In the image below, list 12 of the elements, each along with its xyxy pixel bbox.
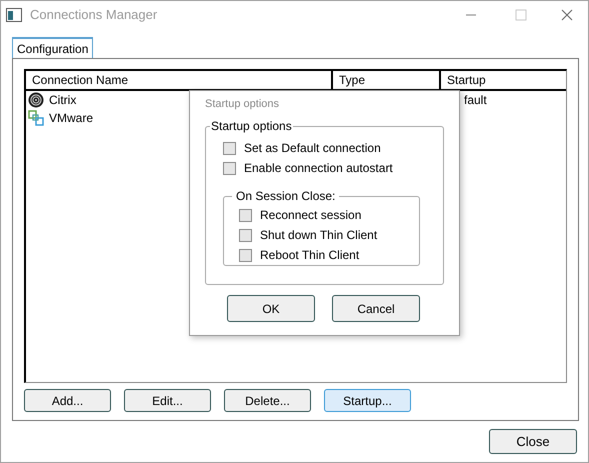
group-title: On Session Close: xyxy=(232,189,340,203)
group-title: Startup options xyxy=(210,119,293,133)
window-title: Connections Manager xyxy=(30,6,158,24)
checkbox-label: Reconnect session xyxy=(260,207,362,224)
connection-name: VMware xyxy=(49,110,94,127)
checkbox-label: Shut down Thin Client xyxy=(260,227,378,244)
checkbox-label: Reboot Thin Client xyxy=(260,247,360,264)
checkbox-label: Set as Default connection xyxy=(244,140,381,157)
dialog-title: Startup options xyxy=(205,97,280,112)
startup-value: fault xyxy=(464,93,487,107)
connection-name: Citrix xyxy=(49,92,76,109)
checkbox-label: Enable connection autostart xyxy=(244,160,393,177)
